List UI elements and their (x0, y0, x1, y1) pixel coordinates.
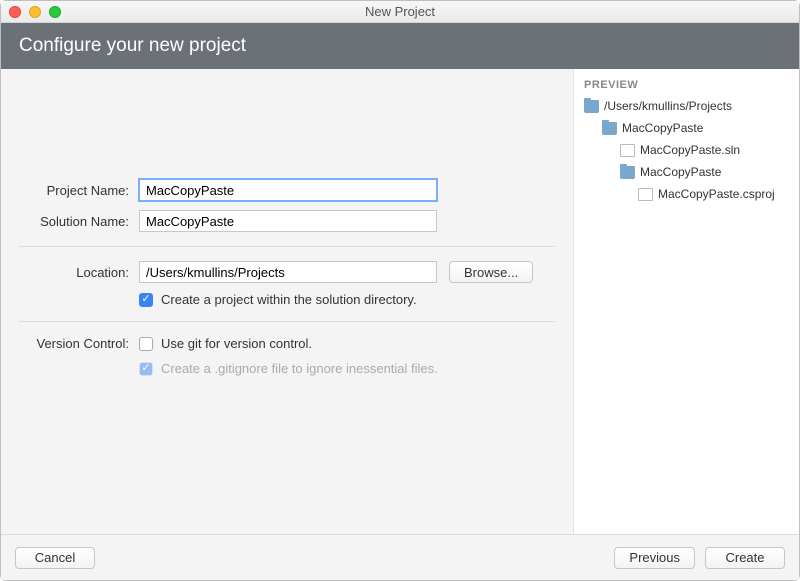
footer: Cancel Previous Create (1, 534, 799, 580)
project-name-input[interactable] (139, 179, 437, 201)
gitignore-label: Create a .gitignore file to ignore iness… (161, 361, 438, 376)
use-git-label: Use git for version control. (161, 336, 312, 351)
divider (19, 246, 555, 247)
divider (19, 321, 555, 322)
tree-label: /Users/kmullins/Projects (604, 99, 732, 113)
preview-title: PREVIEW (582, 79, 789, 91)
browse-button[interactable]: Browse... (449, 261, 533, 283)
file-icon (620, 144, 635, 157)
file-icon (638, 188, 653, 201)
page-title: Configure your new project (19, 35, 246, 57)
create-in-solution-label: Create a project within the solution dir… (161, 292, 417, 307)
solution-name-label: Solution Name: (19, 214, 139, 229)
tree-label: MacCopyPaste.csproj (658, 187, 775, 201)
location-label: Location: (19, 265, 139, 280)
tree-folder-solution: MacCopyPaste (582, 117, 789, 139)
tree-file-sln: MacCopyPaste.sln (582, 139, 789, 161)
window-title: New Project (1, 4, 799, 19)
create-in-solution-checkbox[interactable] (139, 293, 153, 307)
previous-button[interactable]: Previous (614, 547, 695, 569)
page-header: Configure your new project (1, 23, 799, 69)
solution-name-row: Solution Name: (19, 210, 555, 232)
location-input[interactable] (139, 261, 437, 283)
gitignore-checkbox (139, 362, 153, 376)
solution-name-input[interactable] (139, 210, 437, 232)
project-name-label: Project Name: (19, 183, 139, 198)
tree-label: MacCopyPaste (622, 121, 703, 135)
main-content: Project Name: Solution Name: Location: B… (1, 69, 799, 534)
titlebar: New Project (1, 1, 799, 23)
tree-folder-root: /Users/kmullins/Projects (582, 95, 789, 117)
folder-icon (620, 166, 635, 179)
cancel-button[interactable]: Cancel (15, 547, 95, 569)
use-git-checkbox[interactable] (139, 337, 153, 351)
form-panel: Project Name: Solution Name: Location: B… (1, 69, 574, 534)
tree-folder-project: MacCopyPaste (582, 161, 789, 183)
version-control-label: Version Control: (19, 336, 139, 351)
create-button[interactable]: Create (705, 547, 785, 569)
preview-panel: PREVIEW /Users/kmullins/Projects MacCopy… (574, 69, 799, 534)
project-name-row: Project Name: (19, 179, 555, 201)
folder-icon (584, 100, 599, 113)
create-in-solution-row[interactable]: Create a project within the solution dir… (19, 292, 555, 307)
version-control-row: Version Control: Use git for version con… (19, 336, 555, 351)
location-row: Location: Browse... (19, 261, 555, 283)
tree-label: MacCopyPaste (640, 165, 721, 179)
tree-label: MacCopyPaste.sln (640, 143, 740, 157)
tree-file-csproj: MacCopyPaste.csproj (582, 183, 789, 205)
folder-icon (602, 122, 617, 135)
gitignore-row: Create a .gitignore file to ignore iness… (19, 361, 555, 376)
